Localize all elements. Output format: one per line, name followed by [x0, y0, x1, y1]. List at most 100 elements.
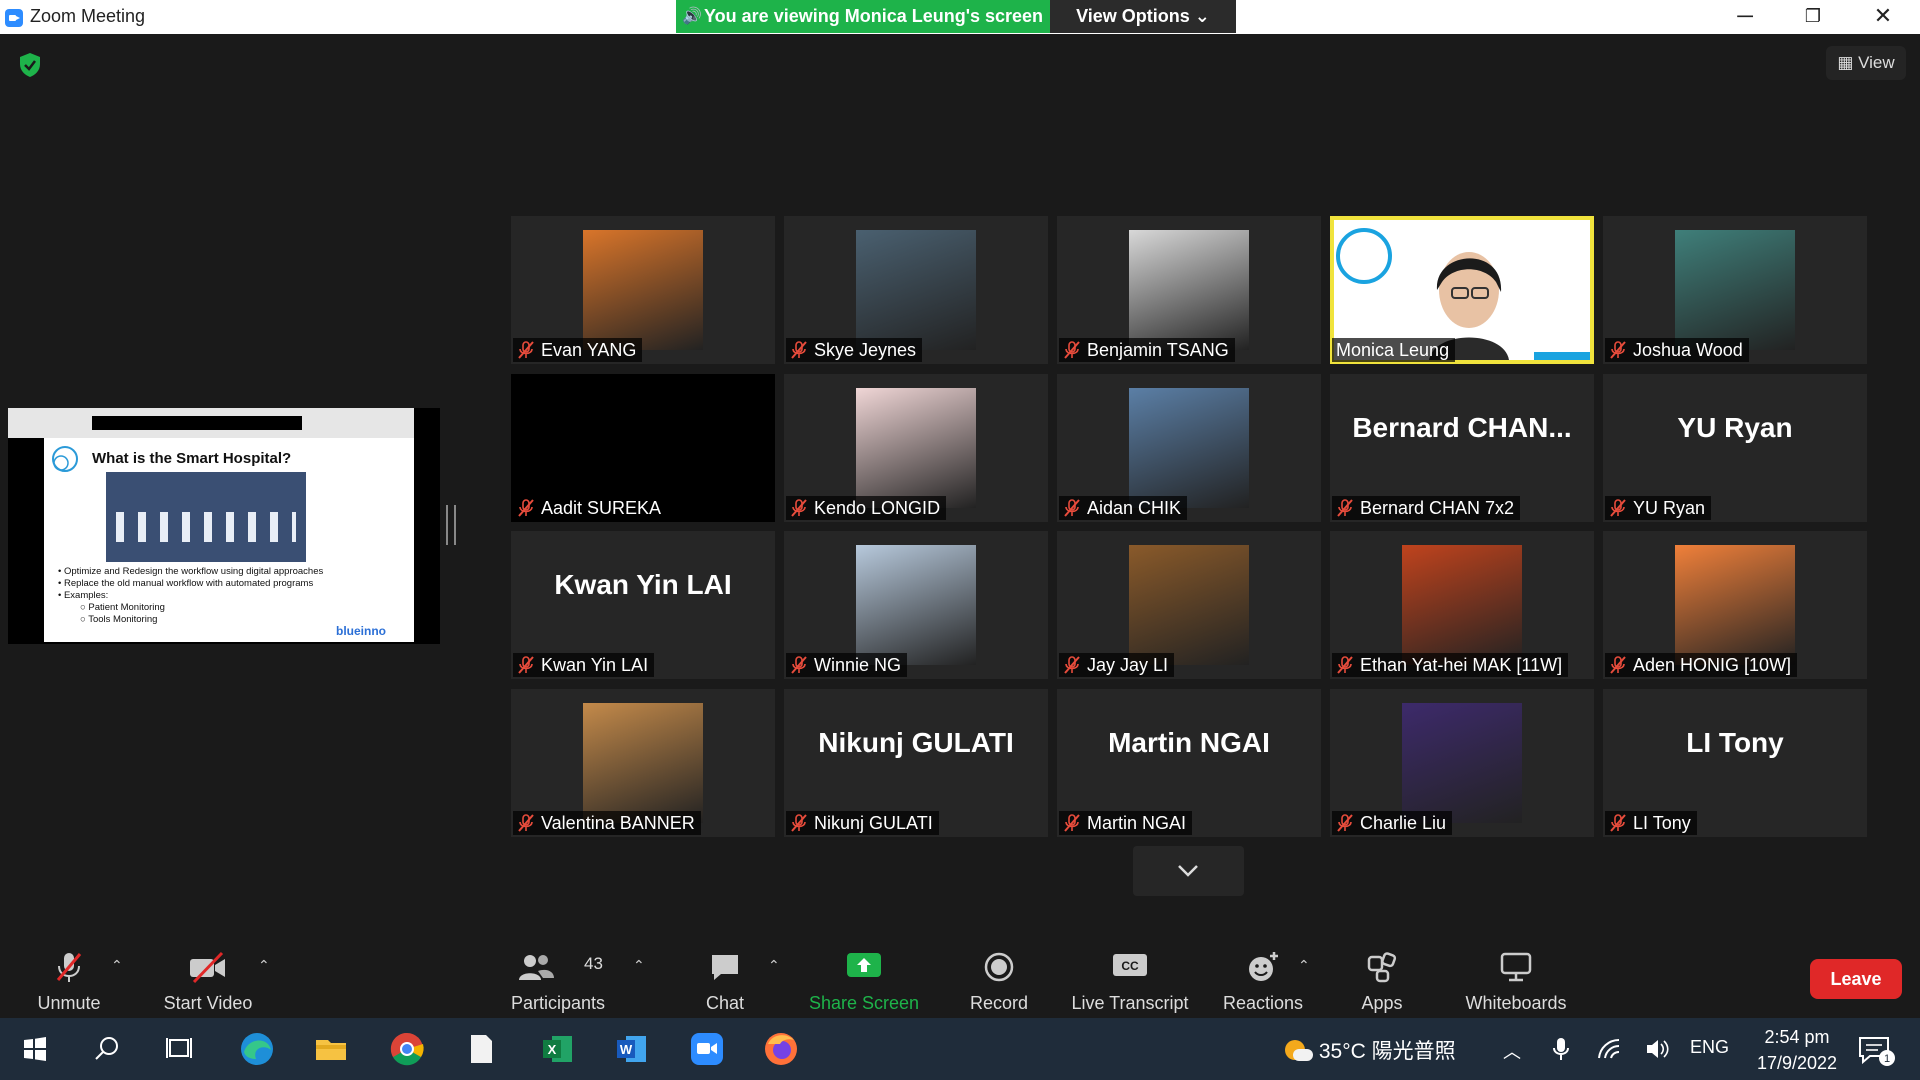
live-transcript-button[interactable]: CC Live Transcript — [1064, 940, 1196, 1018]
input-language-indicator[interactable]: ENG — [1690, 1037, 1729, 1058]
participant-name-label: Benjamin TSANG — [1059, 338, 1235, 362]
participant-avatar — [583, 703, 703, 823]
muted-mic-icon — [790, 499, 808, 517]
participant-tile[interactable]: Valentina BANNER — [511, 689, 775, 837]
reactions-button[interactable]: Reactions — [1218, 940, 1308, 1018]
participant-display-name: Nikunj GULATI — [818, 727, 1014, 758]
participant-tile[interactable]: Martin NGAI Martin NGAI — [1057, 689, 1321, 837]
participant-avatar — [583, 230, 703, 350]
meeting-toolbar: Unmute ⌃ Start Video ⌃ 43 Participants ⌃… — [0, 940, 1920, 1018]
participant-tile[interactable]: Aidan CHIK — [1057, 374, 1321, 522]
participant-tile[interactable]: Bernard CHAN... Bernard CHAN 7x2 — [1330, 374, 1594, 522]
file-explorer-icon[interactable] — [308, 1026, 354, 1072]
task-view-icon[interactable] — [156, 1026, 202, 1072]
participant-tile[interactable]: LI Tony LI Tony — [1603, 689, 1867, 837]
zoom-taskbar-icon[interactable] — [684, 1026, 730, 1072]
participant-tile[interactable]: Charlie Liu — [1330, 689, 1594, 837]
excel-icon[interactable]: X — [534, 1026, 580, 1072]
participant-name-label: Aidan CHIK — [1059, 496, 1188, 520]
gallery-next-page-button[interactable] — [1133, 846, 1244, 896]
clock-date: 17/9/2022 — [1756, 1053, 1838, 1073]
show-hidden-icons-chevron-icon[interactable]: ︿ — [1503, 1038, 1521, 1064]
participants-icon — [518, 955, 554, 980]
start-video-button[interactable]: Start Video — [150, 940, 266, 1018]
participant-name-label: YU Ryan — [1605, 496, 1712, 520]
panel-resize-handle[interactable] — [446, 505, 456, 545]
participant-tile[interactable]: Nikunj GULATI Nikunj GULATI — [784, 689, 1048, 837]
notifications-icon[interactable]: 1 — [1858, 1034, 1898, 1068]
muted-mic-icon — [517, 814, 535, 832]
weather-widget[interactable]: 35°C 陽光普照 — [1283, 1035, 1456, 1065]
participant-tile[interactable]: YU Ryan YU Ryan — [1603, 374, 1867, 522]
edge-browser-icon[interactable] — [234, 1026, 280, 1072]
chevron-down-icon — [1178, 865, 1198, 877]
clock[interactable]: 2:54 pm 17/9/2022 — [1742, 1024, 1852, 1076]
participant-avatar — [1675, 230, 1795, 350]
muted-mic-icon — [790, 814, 808, 832]
search-icon[interactable] — [84, 1026, 130, 1072]
participant-tile[interactable]: Kwan Yin LAI Kwan Yin LAI — [511, 531, 775, 679]
participant-tile[interactable]: Jay Jay LI — [1057, 531, 1321, 679]
participant-tile[interactable]: Joshua Wood — [1603, 216, 1867, 364]
notepad-icon[interactable] — [458, 1026, 504, 1072]
chat-button[interactable]: Chat — [680, 940, 770, 1018]
security-shield-icon[interactable] — [18, 52, 42, 78]
participants-options-caret[interactable]: ⌃ — [633, 957, 645, 974]
participant-display-name: Bernard CHAN... — [1352, 412, 1572, 443]
chat-bubble-icon — [712, 955, 738, 980]
video-options-caret[interactable]: ⌃ — [258, 957, 270, 974]
reactions-options-caret[interactable]: ⌃ — [1298, 957, 1310, 974]
muted-mic-icon — [790, 341, 808, 359]
participant-avatar — [856, 388, 976, 508]
participant-name-label: LI Tony — [1605, 811, 1697, 835]
participant-tile[interactable]: Monica Leung — [1330, 216, 1594, 364]
wifi-icon[interactable] — [1596, 1036, 1622, 1062]
muted-mic-icon — [1336, 814, 1354, 832]
close-button[interactable]: ✕ — [1848, 0, 1918, 34]
participant-tile[interactable]: Aadit SUREKA — [511, 374, 775, 522]
restore-button[interactable]: ❐ — [1778, 0, 1848, 34]
participant-tile[interactable]: Ethan Yat-hei MAK [11W] — [1330, 531, 1594, 679]
slide-title: What is the Smart Hospital? — [92, 450, 292, 467]
participant-display-name: Kwan Yin LAI — [554, 569, 732, 600]
participant-tile[interactable]: Kendo LONGID — [784, 374, 1048, 522]
microphone-in-use-icon[interactable] — [1550, 1036, 1572, 1062]
participants-button[interactable]: 43 Participants — [502, 940, 614, 1018]
participant-tile[interactable]: Winnie NG — [784, 531, 1048, 679]
windows-start-icon[interactable] — [12, 1026, 58, 1072]
participant-avatar — [1675, 545, 1795, 665]
firefox-icon[interactable] — [758, 1026, 804, 1072]
volume-icon[interactable] — [1644, 1036, 1670, 1062]
participant-name-label: Jay Jay LI — [1059, 653, 1175, 677]
slide-circle-logo — [52, 446, 78, 472]
svg-text:CC: CC — [1121, 959, 1139, 973]
share-screen-button[interactable]: Share Screen — [808, 940, 920, 1018]
reactions-smiley-icon — [1249, 952, 1278, 981]
participant-name-label: Joshua Wood — [1605, 338, 1749, 362]
record-button[interactable]: Record — [958, 940, 1040, 1018]
participant-display-name: YU Ryan — [1677, 412, 1793, 443]
leave-meeting-button[interactable]: Leave — [1810, 959, 1902, 999]
chat-options-caret[interactable]: ⌃ — [768, 957, 780, 974]
chrome-browser-icon[interactable] — [384, 1026, 430, 1072]
zoom-app-icon — [5, 9, 23, 27]
unmute-button[interactable]: Unmute — [24, 940, 114, 1018]
minimize-button[interactable]: ─ — [1710, 0, 1780, 34]
muted-mic-icon — [1063, 499, 1081, 517]
participant-tile[interactable]: Aden HONIG [10W] — [1603, 531, 1867, 679]
view-options-button[interactable]: View Options ⌄ — [1050, 0, 1236, 33]
word-icon[interactable]: W — [608, 1026, 654, 1072]
apps-button[interactable]: Apps — [1346, 940, 1418, 1018]
view-layout-button[interactable]: ▦ View — [1826, 46, 1906, 80]
participant-tile[interactable]: Benjamin TSANG — [1057, 216, 1321, 364]
participant-tile[interactable]: Skye Jeynes — [784, 216, 1048, 364]
audio-options-caret[interactable]: ⌃ — [111, 957, 123, 974]
muted-mic-icon — [517, 499, 535, 517]
whiteboards-button[interactable]: Whiteboards — [1456, 940, 1576, 1018]
participant-name-label: Martin NGAI — [1059, 811, 1193, 835]
record-icon — [984, 952, 1014, 982]
participant-tile[interactable]: Evan YANG — [511, 216, 775, 364]
muted-mic-icon — [1609, 499, 1627, 517]
shared-screen-thumbnail[interactable]: What is the Smart Hospital? • Optimize a… — [8, 408, 440, 644]
microphone-muted-icon — [56, 953, 82, 982]
